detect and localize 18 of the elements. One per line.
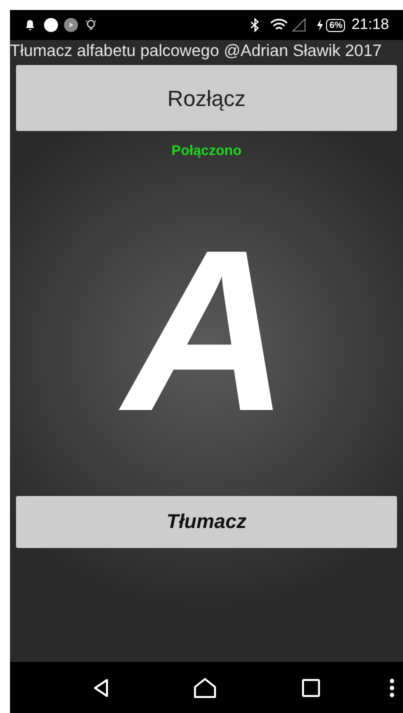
wifi-icon <box>270 18 288 32</box>
notification-bell-icon <box>24 19 36 31</box>
charging-icon <box>316 19 324 31</box>
circle-icon <box>44 18 58 32</box>
play-icon <box>64 18 78 32</box>
home-icon[interactable] <box>194 678 216 698</box>
connection-status: Połączono <box>171 141 242 160</box>
clock-time: 21:18 <box>351 14 389 35</box>
sign-letter: A <box>99 198 314 464</box>
more-options-icon[interactable] <box>389 678 395 698</box>
bluetooth-icon <box>250 18 260 32</box>
battery-indicator: 6% <box>326 18 346 32</box>
lightbulb-icon <box>86 18 96 32</box>
recent-apps-icon[interactable] <box>302 678 320 696</box>
signal-icon <box>292 18 306 32</box>
disconnect-button[interactable]: Rozłącz <box>16 65 397 131</box>
translate-button[interactable]: Tłumacz <box>16 496 397 548</box>
back-icon[interactable] <box>92 678 109 698</box>
